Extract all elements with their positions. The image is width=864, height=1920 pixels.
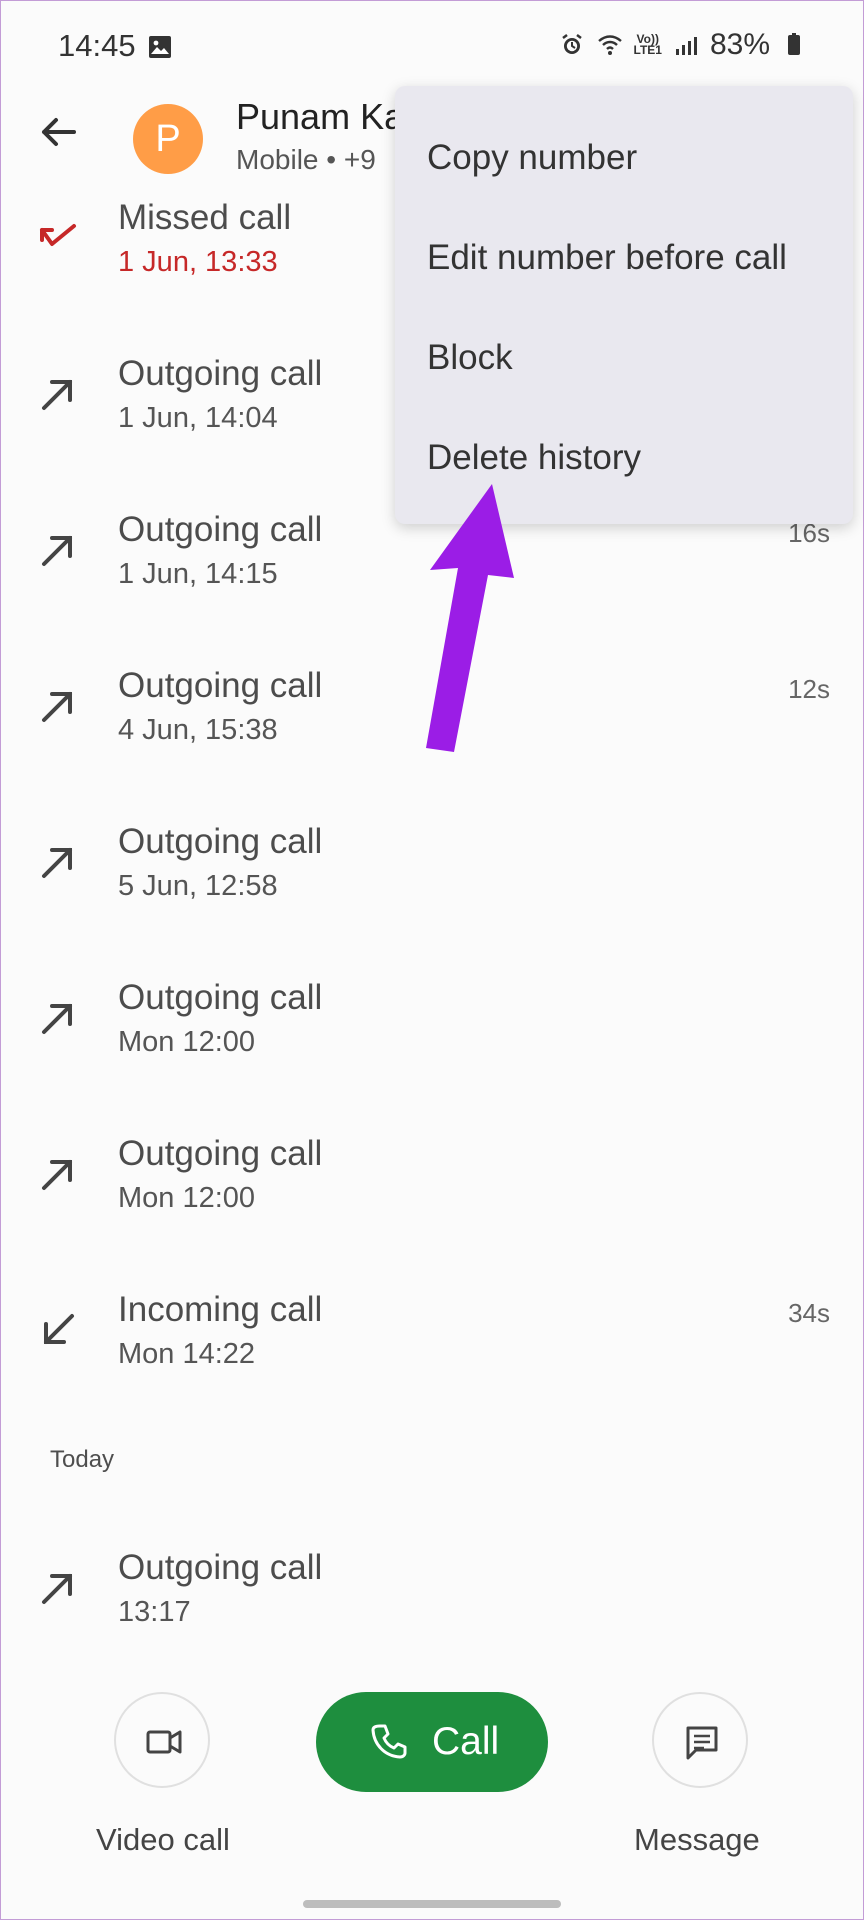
call-time: 1 Jun, 14:15 [118,558,278,590]
call-title: Outgoing call [118,1134,323,1173]
contact-name: Punam Ka [236,96,405,137]
call-time: 13:17 [118,1596,191,1628]
navigation-handle[interactable] [303,1900,561,1908]
menu-edit-number-before-call[interactable]: Edit number before call [427,238,787,278]
contact-subtitle: Mobile • +9 [236,144,376,175]
outgoing-call-icon [42,380,72,410]
call-button-label: Call [432,1720,500,1763]
call-time: Mon 14:22 [118,1338,256,1370]
call-time: 1 Jun, 13:33 [118,246,278,278]
call-title: Outgoing call [118,822,323,861]
status-bar: 14:45 Vo)) LTE1 83% [0,0,864,98]
signal-icon [675,37,697,55]
call-time: Mon 12:00 [118,1182,256,1214]
outgoing-call-icon [42,692,72,722]
incoming-call-icon [44,1314,74,1344]
call-duration: 12s [788,674,830,704]
call-time: 1 Jun, 14:04 [118,402,278,434]
avatar: P [133,104,203,174]
phone-icon [371,1724,407,1759]
video-call-button[interactable] [114,1692,210,1788]
message-button[interactable] [652,1692,748,1788]
message-label: Message [634,1822,760,1857]
menu-copy-number[interactable]: Copy number [427,138,637,178]
call-time: 4 Jun, 15:38 [118,714,278,746]
message-icon [686,1726,718,1760]
missed-call-icon [40,224,76,246]
alarm-icon [561,34,582,54]
battery-icon [788,33,800,55]
call-title: Outgoing call [118,666,323,705]
status-indicators: Vo)) LTE1 83% [558,28,809,62]
annotation-arrow-icon [426,484,514,752]
call-row-incoming[interactable]: Incoming call Mon 14:22 34s [0,1280,864,1406]
call-time: 5 Jun, 12:58 [118,870,278,902]
menu-delete-history[interactable]: Delete history [427,438,641,478]
call-row-outgoing[interactable]: Outgoing call Mon 12:00 [0,1124,864,1250]
volte-icon: Vo)) LTE1 [633,32,662,57]
menu-block[interactable]: Block [427,338,513,378]
back-arrow-icon[interactable] [34,108,82,156]
section-today: Today [50,1446,115,1473]
call-title: Outgoing call [118,978,323,1017]
status-time: 14:45 [58,28,136,63]
call-title: Outgoing call [118,510,323,549]
call-row-outgoing[interactable]: Outgoing call 13:17 [0,1538,864,1664]
call-duration: 34s [788,1298,830,1328]
bottom-actions: Video call Call Message [0,1670,864,1870]
video-camera-icon [146,1730,182,1754]
call-title: Incoming call [118,1290,323,1329]
battery-percent: 83% [709,28,770,61]
call-row-outgoing[interactable]: Outgoing call 5 Jun, 12:58 [0,812,864,938]
video-call-label: Video call [96,1822,230,1857]
call-row-outgoing[interactable]: Outgoing call Mon 12:00 [0,968,864,1094]
call-title: Outgoing call [118,354,323,393]
outgoing-call-icon [42,1574,72,1604]
wifi-icon [597,35,622,55]
overflow-menu: Copy number Edit number before call Bloc… [395,86,853,524]
gallery-icon [149,36,171,58]
call-button[interactable]: Call [316,1692,548,1792]
call-time: Mon 12:00 [118,1026,256,1058]
call-title: Outgoing call [118,1548,323,1587]
outgoing-call-icon [42,1004,72,1034]
outgoing-call-icon [42,1160,72,1190]
outgoing-call-icon [42,848,72,878]
outgoing-call-icon [42,536,72,566]
call-title: Missed call [118,198,292,237]
